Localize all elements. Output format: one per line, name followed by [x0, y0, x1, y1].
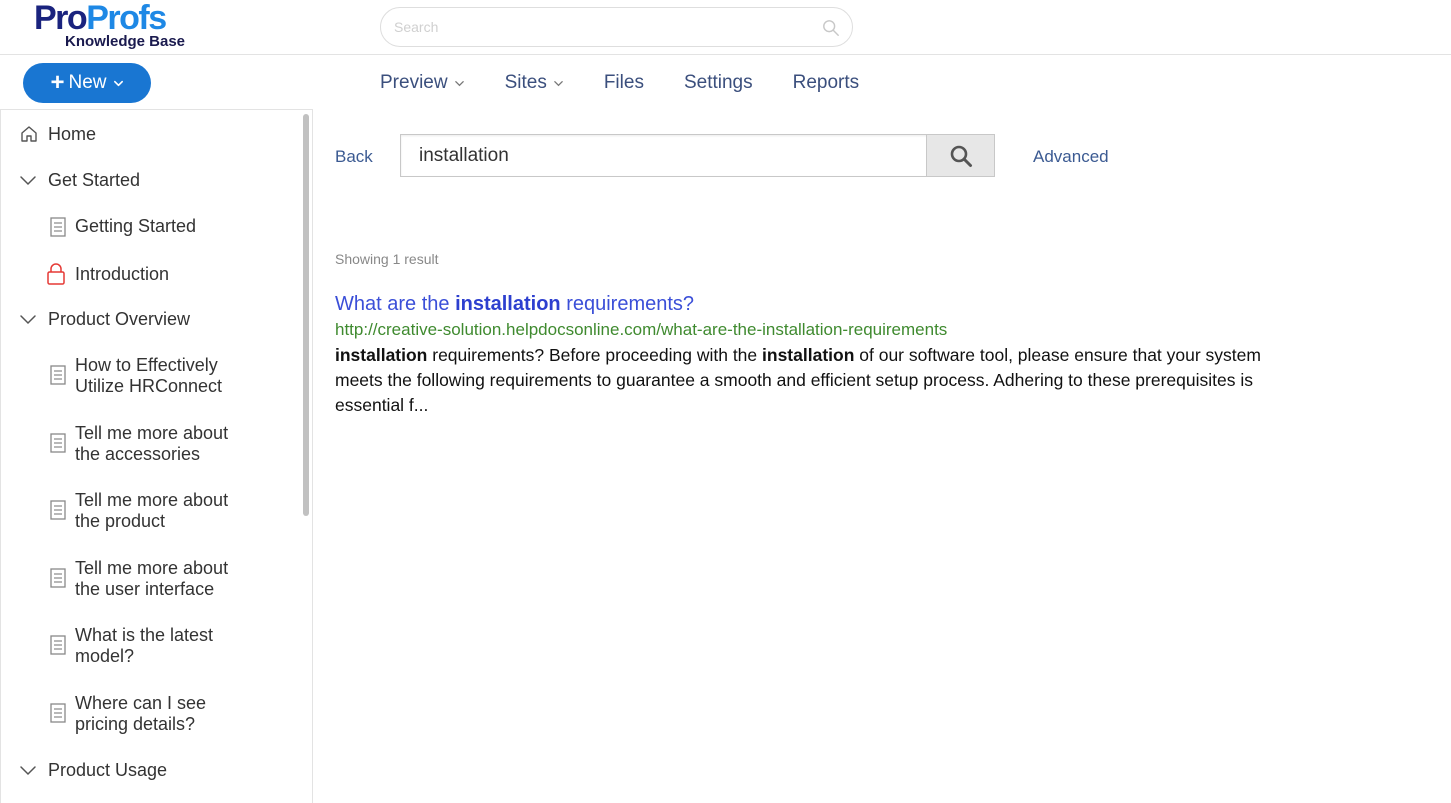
sidebar-folder-product-usage[interactable]: Product Usage [19, 760, 167, 781]
sidebar-item-label: Get Started [48, 170, 141, 190]
chevron-down-icon [113, 80, 123, 86]
document-icon [50, 703, 66, 723]
sidebar-folder-product-overview[interactable]: Product Overview [19, 309, 190, 330]
sidebar-item-label: Tell me more about the user interface [75, 558, 229, 599]
sidebar-item-hrconnect[interactable]: How to Effectively Utilize HRConnect [49, 355, 249, 397]
logo-profs-text: Profs [86, 0, 167, 37]
chevron-down-icon [454, 80, 464, 86]
chevron-down-icon [20, 315, 36, 325]
main-nav: Preview Sites Files Settings Reports [380, 70, 899, 96]
document-icon [50, 500, 66, 520]
nav-preview-label: Preview [380, 72, 448, 93]
nav-settings[interactable]: Settings [684, 70, 753, 96]
global-search-input[interactable] [394, 17, 814, 37]
sidebar-item-label: Where can I see pricing details? [75, 693, 207, 734]
sidebar-item-pricing[interactable]: Where can I see pricing details? [49, 693, 249, 735]
home-icon [21, 126, 37, 142]
snippet-highlight: installation [762, 345, 855, 365]
sidebar-item-label: Getting Started [75, 216, 197, 236]
sidebar-item-label: Product Overview [48, 309, 191, 329]
search-icon [950, 145, 972, 167]
sidebar-scrollbar[interactable] [303, 114, 309, 516]
result-title-highlight: installation [455, 293, 561, 315]
new-button-label: New [68, 72, 107, 93]
advanced-search-link[interactable]: Advanced [1033, 147, 1109, 167]
document-icon [50, 217, 66, 237]
result-url: http://creative-solution.helpdocsonline.… [335, 320, 948, 339]
back-link[interactable]: Back [335, 147, 373, 167]
result-snippet: installation requirements? Before procee… [335, 343, 1275, 418]
sidebar-item-label: Tell me more about the product [75, 490, 229, 531]
top-bar: ProProfs Knowledge Base [0, 0, 1451, 55]
nav-sites-label: Sites [504, 72, 547, 93]
chevron-down-icon [20, 176, 36, 186]
sidebar-item-label: How to Effectively Utilize HRConnect [75, 355, 223, 396]
sidebar-item-label: Product Usage [48, 760, 168, 780]
global-search-box[interactable] [380, 7, 853, 47]
logo-pro-text: Pro [34, 0, 88, 37]
nav-sites[interactable]: Sites [505, 70, 564, 96]
sidebar-item-label: Introduction [75, 264, 170, 284]
sidebar-item-home[interactable]: Home [19, 124, 96, 145]
new-button[interactable]: + New [23, 63, 151, 103]
nav-files[interactable]: Files [604, 70, 644, 96]
nav-files-label: Files [603, 72, 644, 93]
sidebar-item-label: What is the latest model? [75, 625, 214, 666]
results-summary: Showing 1 result [335, 251, 439, 267]
nav-reports[interactable]: Reports [793, 70, 860, 96]
document-icon [50, 433, 66, 453]
sidebar-item-user-interface[interactable]: Tell me more about the user interface [49, 558, 249, 600]
snippet-highlight: installation [335, 345, 428, 365]
result-title-link[interactable]: What are the installation requirements? [335, 293, 694, 316]
sidebar-folder-get-started[interactable]: Get Started [19, 170, 140, 191]
nav-settings-label: Settings [683, 72, 753, 93]
lock-icon [47, 263, 65, 285]
proprofs-logo[interactable]: ProProfs Knowledge Base [34, 0, 204, 52]
snippet-text: requirements? Before proceeding with the [427, 345, 763, 365]
document-icon [50, 568, 66, 588]
sidebar-item-label: Home [48, 124, 97, 144]
chevron-down-icon [554, 80, 563, 86]
sidebar-item-introduction[interactable]: Introduction [46, 262, 169, 286]
document-icon [50, 365, 66, 385]
search-icon[interactable] [822, 19, 840, 37]
logo-wordmark: ProProfs [34, 0, 167, 37]
sidebar-item-latest-model[interactable]: What is the latest model? [49, 625, 249, 667]
sidebar-item-product[interactable]: Tell me more about the product [49, 490, 249, 532]
result-title-suffix: requirements? [560, 293, 695, 315]
sidebar-item-getting-started[interactable]: Getting Started [49, 216, 196, 238]
search-button[interactable] [926, 135, 994, 176]
kb-search-input[interactable] [419, 145, 919, 167]
plus-icon: + [50, 69, 65, 96]
kb-search-box [400, 134, 995, 177]
sidebar-item-label: Tell me more about the accessories [75, 423, 229, 464]
sidebar-item-accessories[interactable]: Tell me more about the accessories [49, 423, 249, 465]
result-title-prefix: What are the [335, 293, 456, 315]
chevron-down-icon [20, 766, 36, 776]
logo-subtitle: Knowledge Base [65, 33, 186, 50]
document-icon [50, 635, 66, 655]
sidebar: Home Get Started Getting Started Introdu… [0, 109, 313, 803]
nav-reports-label: Reports [792, 72, 860, 93]
nav-preview[interactable]: Preview [380, 70, 465, 96]
